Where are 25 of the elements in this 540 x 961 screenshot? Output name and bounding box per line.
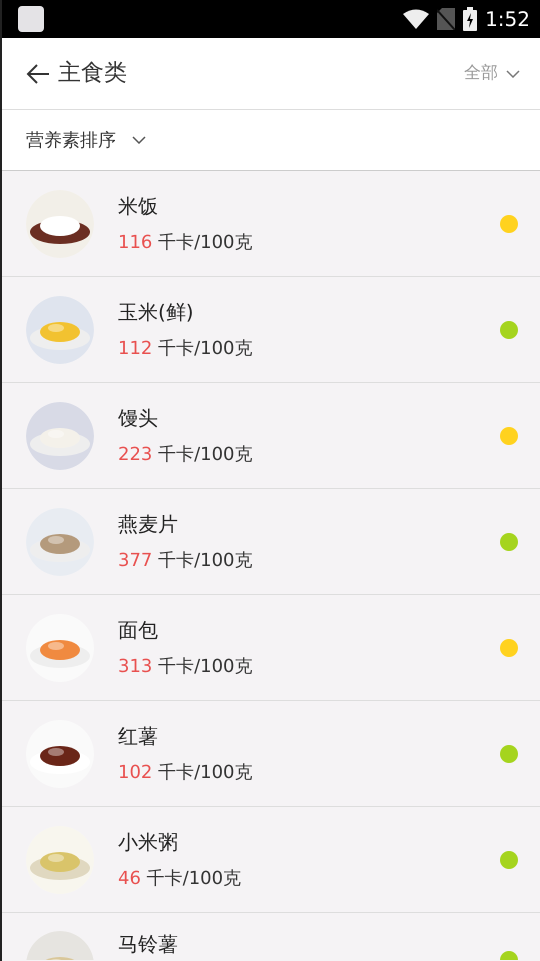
- calorie-text: 116 千卡/100克: [118, 231, 254, 255]
- food-name: 馒头: [118, 405, 159, 432]
- food-name: 玉米(鲜): [118, 299, 195, 326]
- food-name: 红薯: [118, 723, 159, 750]
- calorie-text: 377 千卡/100克: [118, 549, 254, 573]
- calorie-text: 313 千卡/100克: [118, 655, 254, 679]
- chevron-down-icon[interactable]: [506, 70, 520, 78]
- battery-icon: [463, 7, 478, 31]
- page-title: 主食类: [58, 59, 127, 88]
- food-name: 米饭: [118, 193, 159, 220]
- sort-dropdown[interactable]: 营养素排序: [26, 126, 116, 154]
- food-name: 马铃薯: [118, 931, 179, 958]
- chevron-down-icon[interactable]: [132, 136, 146, 144]
- food-name: 小米粥: [118, 829, 179, 856]
- clock: 1:52: [485, 6, 530, 33]
- calorie-text: 112 千卡/100克: [118, 337, 254, 361]
- calorie-text: 102 千卡/100克: [118, 761, 254, 785]
- app-icon: [18, 6, 44, 32]
- food-name: 燕麦片: [118, 511, 179, 538]
- no-sim-icon: [437, 8, 456, 30]
- wifi-icon: [403, 9, 430, 29]
- calorie-text: 223 千卡/100克: [118, 443, 254, 467]
- calorie-text: 46 千卡/100克: [118, 867, 242, 891]
- food-name: 面包: [118, 617, 159, 644]
- back-icon[interactable]: [26, 62, 50, 84]
